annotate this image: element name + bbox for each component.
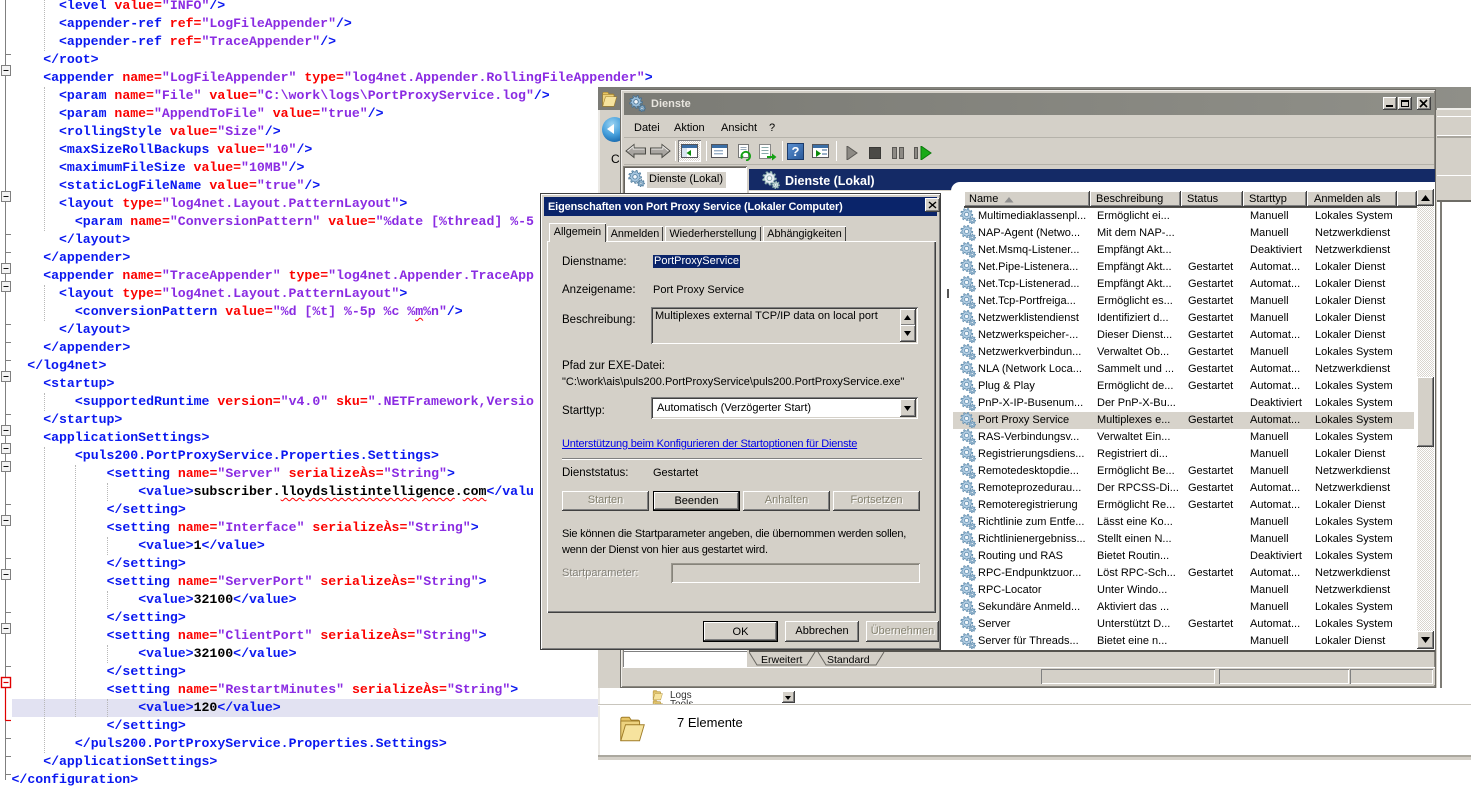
svg-text:Standard: Standard [827, 654, 870, 666]
svg-text:Erweitert: Erweitert [761, 654, 803, 666]
